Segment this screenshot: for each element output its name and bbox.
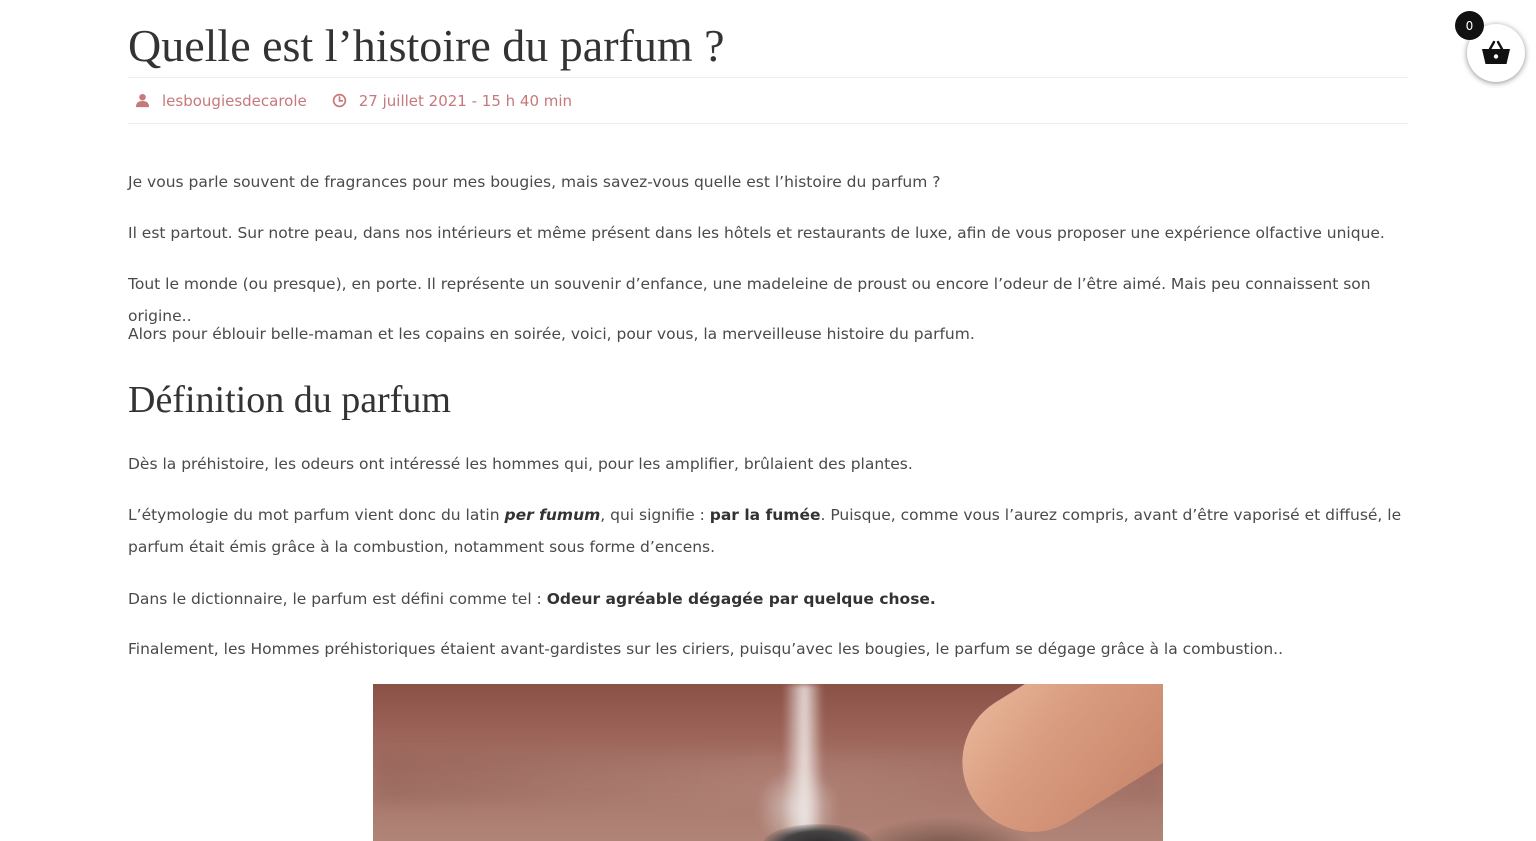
post-title: Quelle est l’histoire du parfum ? — [128, 20, 725, 71]
section-title: Définition du parfum — [128, 379, 451, 421]
definition-intro: Dans le dictionnaire, le parfum est défi… — [128, 590, 547, 608]
etymology-text-middle: , qui signifie : — [600, 506, 710, 524]
post-meta: lesbougiesdecarole 27 juillet 2021 - 15 … — [128, 77, 1408, 124]
basket-icon — [1482, 40, 1510, 64]
intro-paragraph-4: Alors pour éblouir belle-maman et les co… — [128, 325, 975, 343]
section-paragraph-2: L’étymologie du mot parfum vient donc du… — [128, 499, 1408, 563]
intro-paragraph-1: Je vous parle souvent de fragrances pour… — [128, 173, 941, 191]
user-icon — [135, 93, 150, 108]
incense-smoke-image — [373, 684, 1163, 841]
section-paragraph-1: Dès la préhistoire, les odeurs ont intér… — [128, 455, 913, 473]
clock-icon — [332, 93, 347, 108]
section-paragraph-4: Finalement, les Hommes préhistoriques ét… — [128, 640, 1283, 658]
latin-term: per fumum — [504, 506, 601, 524]
etymology-text: L’étymologie du mot parfum vient donc du… — [128, 506, 505, 524]
intro-paragraph-2: Il est partout. Sur notre peau, dans nos… — [128, 224, 1385, 242]
author-meta[interactable]: lesbougiesdecarole — [128, 92, 307, 110]
meaning-term: par la fumée — [709, 506, 821, 524]
date-meta: 27 juillet 2021 - 15 h 40 min — [325, 92, 572, 110]
definition-text: Odeur agréable dégagée par quelque chose… — [546, 590, 936, 608]
post-date: 27 juillet 2021 - 15 h 40 min — [358, 91, 573, 110]
cart-count-badge: 0 — [1455, 11, 1484, 40]
author-link[interactable]: lesbougiesdecarole — [162, 92, 307, 110]
section-paragraph-3: Dans le dictionnaire, le parfum est défi… — [128, 583, 1408, 615]
